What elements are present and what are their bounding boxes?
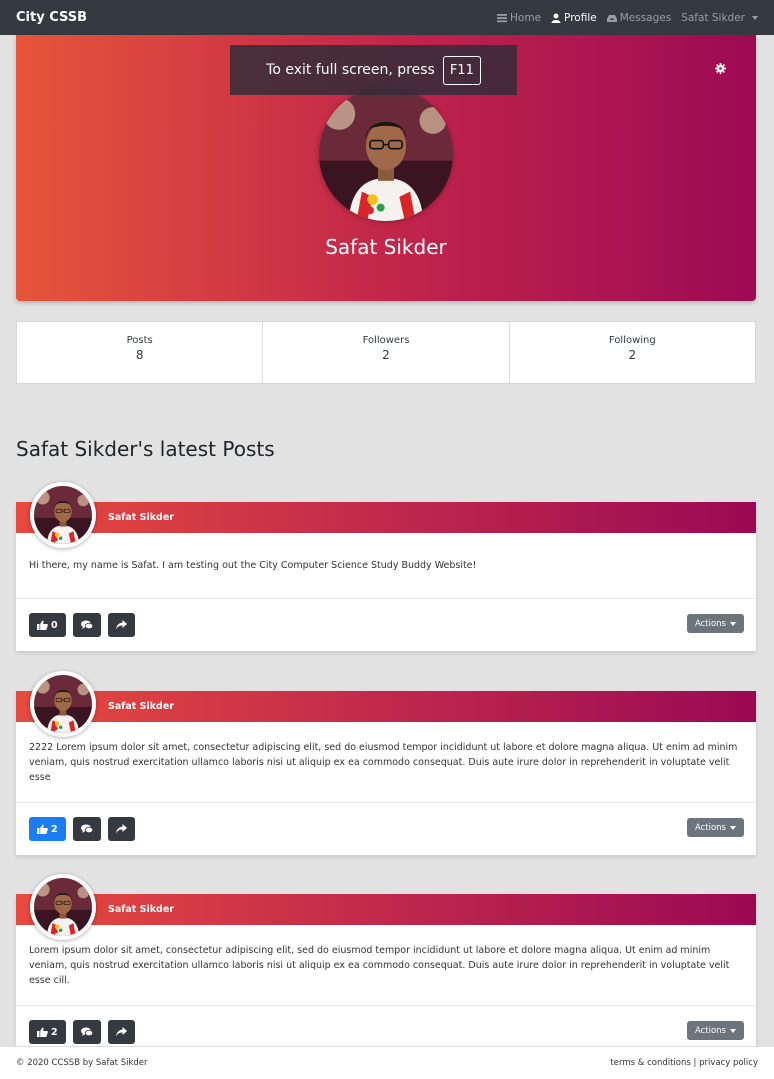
like-button[interactable]: 2 (29, 817, 66, 841)
post-avatar[interactable] (30, 874, 96, 940)
stat-posts[interactable]: Posts 8 (17, 322, 264, 383)
nav-home[interactable]: Home (497, 12, 541, 24)
post-card: Safat Sikder Hi there, my name is Safat.… (16, 482, 756, 651)
nav-messages[interactable]: Messages (606, 11, 672, 24)
post-body: 2222 Lorem ipsum dolor sit amet, consect… (16, 722, 756, 803)
stat-following[interactable]: Following 2 (510, 322, 755, 383)
navbar: City CSSB Home Profile Messages Safat Si… (0, 0, 774, 35)
stat-followers[interactable]: Followers 2 (263, 322, 510, 383)
stat-label: Followers (362, 335, 410, 346)
profile-avatar (319, 87, 453, 221)
post-card: Safat Sikder Lorem ipsum dolor sit amet,… (16, 874, 756, 1058)
post-author[interactable]: Safat Sikder (108, 512, 174, 523)
post-avatar[interactable] (30, 482, 96, 548)
section-title: Safat Sikder's latest Posts (16, 437, 275, 461)
stat-value: 2 (628, 348, 637, 362)
actions-dropdown[interactable]: Actions (686, 1021, 744, 1040)
comments-icon (80, 620, 93, 630)
share-icon (115, 1027, 127, 1037)
page-footer: © 2020 CCSSB by Safat Sikder terms & con… (0, 1046, 774, 1079)
post-header: Safat Sikder (16, 894, 756, 925)
profile-name: Safat Sikder (325, 235, 447, 259)
footer-links[interactable]: terms & conditions | privacy policy (610, 1058, 758, 1068)
profile-stats: Posts 8 Followers 2 Following 2 (16, 321, 756, 384)
nav-home-label: Home (510, 11, 542, 24)
like-count: 2 (51, 823, 58, 835)
bars-icon (497, 13, 508, 22)
user-menu-label: Safat Sikder (681, 11, 745, 24)
post-card: Safat Sikder 2222 Lorem ipsum dolor sit … (16, 671, 756, 855)
comment-button[interactable] (72, 613, 101, 637)
post-avatar[interactable] (30, 671, 96, 737)
gear-icon[interactable] (715, 63, 726, 74)
comment-button[interactable] (72, 1020, 101, 1044)
fullscreen-key-hint: F11 (442, 55, 481, 85)
share-icon (115, 824, 127, 834)
like-count: 0 (51, 619, 58, 631)
share-button[interactable] (107, 1020, 135, 1044)
post-text: Lorem ipsum dolor sit amet, consectetur … (29, 944, 730, 986)
stat-label: Posts (126, 335, 153, 346)
actions-label: Actions (694, 822, 726, 833)
chevron-down-icon (730, 825, 736, 830)
stat-value: 8 (135, 348, 144, 362)
comments-icon (80, 1027, 93, 1037)
thumbs-up-icon (37, 620, 48, 630)
thumbs-up-icon (37, 824, 48, 834)
post-body: Hi there, my name is Safat. I am testing… (16, 533, 756, 599)
post-author[interactable]: Safat Sikder (108, 701, 174, 712)
post-footer: 0 Actions (16, 599, 756, 651)
thumbs-up-icon (37, 1027, 48, 1037)
like-count: 2 (51, 1026, 58, 1038)
nav-links: Home Profile Messages Safat Sikder (497, 12, 758, 24)
share-icon (115, 620, 127, 630)
actions-label: Actions (694, 618, 726, 629)
post-footer: 2 Actions (16, 803, 756, 855)
inbox-icon (606, 14, 617, 22)
nav-profile-label: Profile (564, 11, 597, 24)
like-button[interactable]: 2 (29, 1020, 66, 1044)
post-header: Safat Sikder (16, 691, 756, 722)
post-author[interactable]: Safat Sikder (108, 904, 174, 915)
actions-dropdown[interactable]: Actions (686, 614, 744, 633)
post-header: Safat Sikder (16, 502, 756, 533)
stat-label: Following (608, 335, 656, 346)
actions-dropdown[interactable]: Actions (686, 818, 744, 837)
nav-messages-label: Messages (619, 11, 672, 24)
post-text: 2222 Lorem ipsum dolor sit amet, consect… (29, 741, 738, 783)
post-body: Lorem ipsum dolor sit amet, consectetur … (16, 925, 756, 1006)
share-button[interactable] (107, 817, 135, 841)
stat-value: 2 (382, 348, 390, 362)
fullscreen-toast-text: To exit full screen, press (266, 62, 435, 78)
footer-copyright: © 2020 CCSSB by Safat Sikder (16, 1058, 148, 1068)
chevron-down-icon (730, 1028, 736, 1033)
chevron-down-icon (730, 621, 736, 626)
nav-profile[interactable]: Profile (551, 12, 597, 24)
chevron-down-icon (752, 15, 758, 20)
actions-label: Actions (694, 1025, 726, 1036)
fullscreen-exit-toast: To exit full screen, press F11 (230, 45, 517, 95)
user-icon (551, 13, 561, 23)
share-button[interactable] (107, 613, 135, 637)
comments-icon (80, 824, 93, 834)
comment-button[interactable] (72, 817, 101, 841)
like-button[interactable]: 0 (29, 613, 66, 637)
user-menu-dropdown[interactable]: Safat Sikder (681, 12, 758, 24)
brand-link[interactable]: City CSSB (16, 10, 87, 25)
post-text: Hi there, my name is Safat. I am testing… (29, 560, 477, 571)
